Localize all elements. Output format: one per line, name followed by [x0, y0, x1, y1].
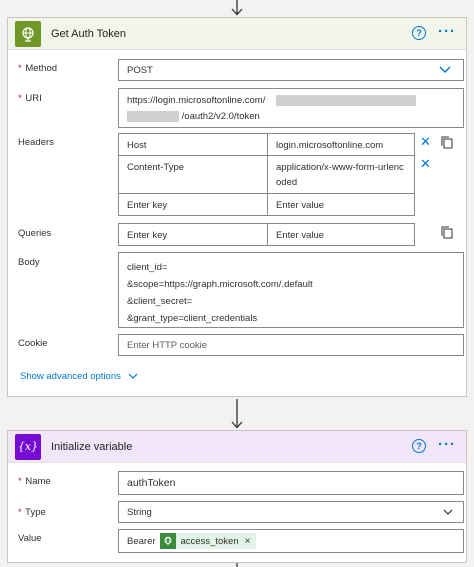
method-select[interactable]: POST [118, 59, 464, 81]
copy-icon[interactable] [441, 226, 453, 239]
variable-name-input[interactable]: authToken [118, 471, 464, 495]
redacted-tenant [275, 94, 416, 106]
chevron-down-icon [443, 509, 453, 515]
dynamic-content-token[interactable]: access_token × [159, 533, 257, 549]
help-icon[interactable]: ? [412, 26, 426, 40]
body-line: client_id= [127, 262, 168, 273]
name-label: * Name [18, 476, 51, 487]
header-key-1[interactable]: Host [118, 133, 268, 156]
header-value-1[interactable]: login.microsoftonline.com [267, 133, 415, 156]
uri-line1: https://login.microsoftonline.com/ [127, 95, 266, 106]
body-input[interactable]: client_id= &scope=https://graph.microsof… [118, 252, 464, 328]
header-key-2[interactable]: Content-Type [118, 155, 268, 194]
uri-input[interactable]: https://login.microsoftonline.com/ /oaut… [118, 88, 464, 128]
show-advanced-options-link[interactable]: Show advanced options [20, 371, 138, 382]
remove-token-icon[interactable]: × [245, 536, 251, 547]
chevron-down-icon [128, 373, 137, 379]
http-action-icon-tile [15, 20, 41, 47]
token-name: access_token [180, 535, 239, 547]
variable-name-value: authToken [127, 477, 176, 489]
variable-action-header[interactable]: {x} Initialize variable ? ··· [8, 431, 466, 463]
query-value-new[interactable]: Enter value [267, 223, 415, 246]
globe-icon [22, 26, 34, 42]
more-options-icon[interactable]: ··· [438, 24, 456, 39]
action-title[interactable]: Initialize variable [51, 441, 132, 453]
header-value-new[interactable]: Enter value [267, 193, 415, 216]
cookie-placeholder: Enter HTTP cookie [127, 339, 208, 351]
chevron-down-icon [439, 66, 451, 74]
headers-label: Headers [18, 137, 54, 148]
body-label: Body [18, 257, 40, 268]
query-key-new[interactable]: Enter key [118, 223, 268, 246]
body-line: &scope=https://graph.microsoft.com/.defa… [127, 279, 313, 290]
flow-arrow-middle [231, 399, 243, 429]
body-line: &client_secret= [127, 296, 193, 307]
copy-icon[interactable] [441, 136, 453, 149]
redacted-tenant-2 [127, 110, 179, 122]
initialize-variable-card: {x} Initialize variable ? ··· * Name aut… [7, 430, 467, 563]
cookie-input[interactable]: Enter HTTP cookie [118, 334, 464, 356]
flow-arrow-bottom [236, 563, 238, 567]
http-action-card: Get Auth Token ? ··· * Method POST * URI… [7, 17, 467, 397]
type-label: * Type [18, 507, 46, 518]
variable-type-value: String [127, 506, 152, 518]
variable-type-select[interactable]: String [118, 501, 464, 523]
method-label: * Method [18, 63, 58, 74]
remove-header-1-icon[interactable]: ✕ [420, 134, 431, 150]
header-key-new[interactable]: Enter key [118, 193, 268, 216]
method-value: POST [127, 64, 153, 76]
http-action-header[interactable]: Get Auth Token ? ··· [8, 18, 466, 50]
header-value-2[interactable]: application/x-www-form-urlencoded [267, 155, 415, 194]
uri-line2: /oauth2/v2.0/token [181, 111, 260, 122]
help-icon[interactable]: ? [412, 439, 426, 453]
variable-value-input[interactable]: Bearer access_token × [118, 529, 464, 553]
cookie-label: Cookie [18, 338, 48, 349]
more-options-icon[interactable]: ··· [438, 437, 456, 452]
remove-header-2-icon[interactable]: ✕ [420, 156, 431, 172]
flow-arrow-top [231, 0, 243, 16]
variable-icon: {x} [15, 433, 41, 460]
queries-label: Queries [18, 228, 52, 239]
body-line: &grant_type=client_credentials [127, 313, 258, 324]
value-label: Value [18, 533, 42, 544]
action-title[interactable]: Get Auth Token [51, 28, 126, 40]
value-prefix: Bearer [127, 535, 156, 547]
globe-icon [159, 533, 176, 549]
uri-label: * URI [18, 93, 42, 104]
